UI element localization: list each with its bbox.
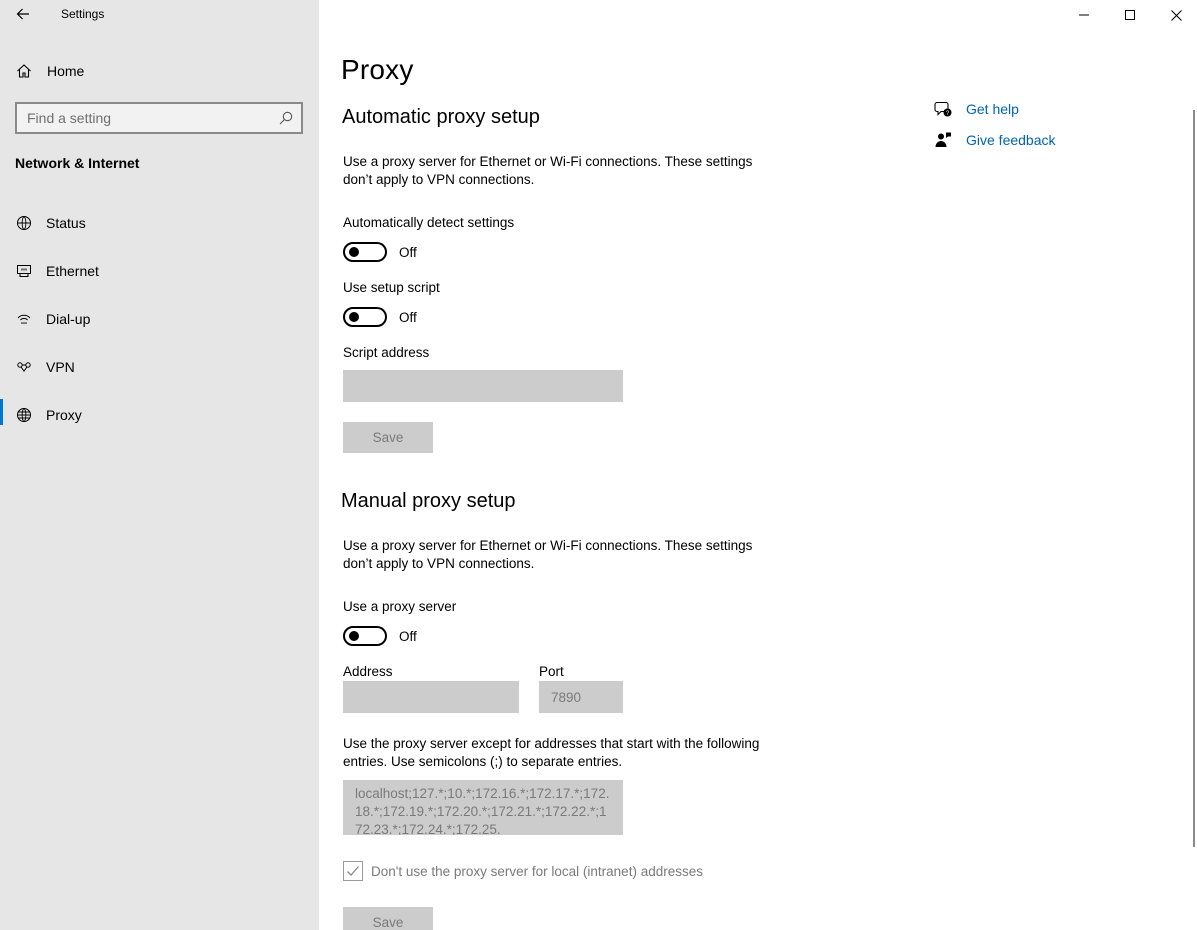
feedback-person-icon	[933, 130, 953, 150]
main-content: Proxy Automatic proxy setup Use a proxy …	[319, 0, 1197, 930]
setup-script-toggle-row: Off	[343, 307, 417, 327]
give-feedback-label: Give feedback	[966, 132, 1056, 148]
close-icon	[1170, 9, 1182, 21]
local-bypass-label: Don't use the proxy server for local (in…	[371, 863, 703, 879]
get-help-link[interactable]: ? Get help	[933, 99, 1019, 119]
use-proxy-toggle[interactable]	[343, 626, 387, 646]
search-input[interactable]	[27, 110, 267, 126]
toggle-knob	[349, 312, 359, 322]
toggle-knob	[349, 247, 359, 257]
address-input[interactable]	[343, 681, 519, 713]
use-proxy-toggle-row: Off	[343, 626, 417, 646]
sidebar-item-ethernet[interactable]: Ethernet	[0, 251, 319, 291]
back-button[interactable]	[10, 2, 36, 26]
auto-detect-state: Off	[399, 244, 417, 260]
auto-detect-label: Automatically detect settings	[343, 215, 515, 230]
manual-save-button[interactable]: Save	[343, 907, 433, 930]
dialup-icon	[15, 310, 33, 328]
sidebar-item-label: Proxy	[46, 407, 82, 423]
search-icon[interactable]	[278, 110, 294, 126]
sidebar: Settings Home Network & Internet Status …	[0, 0, 319, 930]
sidebar-item-label: Ethernet	[46, 263, 99, 279]
local-bypass-row: Don't use the proxy server for local (in…	[343, 861, 703, 881]
maximize-button[interactable]	[1107, 0, 1153, 30]
setup-script-toggle[interactable]	[343, 307, 387, 327]
sidebar-item-label: Status	[46, 215, 86, 231]
sidebar-item-vpn[interactable]: VPN	[0, 347, 319, 387]
sidebar-item-home[interactable]: Home	[15, 60, 84, 82]
manual-proxy-description: Use a proxy server for Ethernet or Wi-Fi…	[343, 538, 753, 571]
section-title: Network & Internet	[15, 155, 140, 171]
status-icon	[15, 214, 33, 232]
maximize-icon	[1125, 10, 1135, 20]
toggle-knob	[349, 631, 359, 641]
sidebar-item-dialup[interactable]: Dial-up	[0, 299, 319, 339]
script-address-label: Script address	[343, 345, 430, 360]
vpn-icon	[15, 358, 33, 376]
address-label: Address	[343, 664, 393, 679]
minimize-button[interactable]	[1061, 0, 1107, 30]
globe-icon	[15, 406, 33, 424]
auto-detect-toggle[interactable]	[343, 242, 387, 262]
back-arrow-icon	[16, 8, 29, 20]
exceptions-textarea[interactable]: localhost;127.*;10.*;172.16.*;172.17.*;1…	[343, 780, 623, 835]
scrollbar[interactable]	[1193, 110, 1195, 847]
sidebar-item-label: Dial-up	[46, 311, 91, 327]
home-label: Home	[47, 63, 85, 79]
use-proxy-label: Use a proxy server	[343, 599, 457, 614]
give-feedback-link[interactable]: Give feedback	[933, 130, 1056, 150]
minimize-icon	[1079, 14, 1089, 16]
sidebar-item-label: VPN	[46, 359, 75, 375]
home-icon	[15, 62, 33, 80]
setup-script-state: Off	[399, 309, 417, 325]
sidebar-item-proxy[interactable]: Proxy	[0, 395, 319, 435]
app-title: Settings	[61, 7, 105, 21]
help-chat-icon: ?	[933, 99, 953, 119]
automatic-proxy-heading: Automatic proxy setup	[342, 106, 540, 128]
automatic-save-button[interactable]: Save	[343, 422, 433, 453]
get-help-label: Get help	[966, 101, 1019, 117]
setup-script-label: Use setup script	[343, 280, 440, 295]
automatic-proxy-description: Use a proxy server for Ethernet or Wi-Fi…	[343, 154, 753, 187]
auto-detect-toggle-row: Off	[343, 242, 417, 262]
port-label: Port	[539, 664, 564, 679]
close-button[interactable]	[1153, 0, 1197, 30]
ethernet-icon	[15, 262, 33, 280]
script-address-input[interactable]	[343, 370, 623, 402]
search-box[interactable]	[15, 102, 303, 134]
use-proxy-state: Off	[399, 628, 417, 644]
local-bypass-checkbox[interactable]	[343, 861, 363, 881]
exceptions-description: Use the proxy server except for addresse…	[343, 736, 760, 769]
port-input[interactable]	[539, 681, 623, 713]
checkmark-icon	[347, 866, 359, 876]
sidebar-item-status[interactable]: Status	[0, 203, 319, 243]
manual-proxy-heading: Manual proxy setup	[341, 490, 516, 512]
page-title: Proxy	[341, 54, 414, 85]
